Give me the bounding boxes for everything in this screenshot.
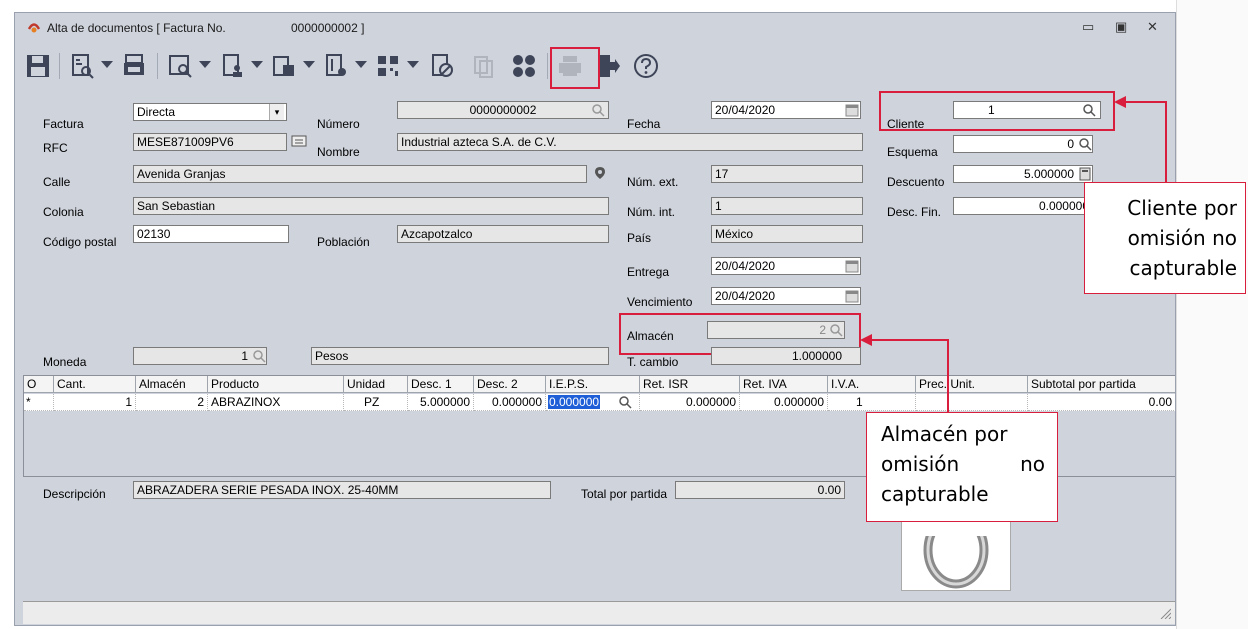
callout-line: omisión no xyxy=(1127,226,1237,250)
almacen-callout: Almacén por omisión no capturable xyxy=(866,412,1058,522)
callout-word: no xyxy=(1020,452,1045,476)
callout-line: capturable xyxy=(881,482,989,506)
callout-arrows xyxy=(860,96,1167,415)
callout-word: omisión xyxy=(881,452,960,476)
callout-line-split: omisión no xyxy=(881,449,1045,479)
callout-line: capturable xyxy=(1129,256,1238,280)
callout-line: Cliente por xyxy=(1127,196,1237,220)
cliente-callout: Cliente por omisión no capturable xyxy=(1084,182,1246,294)
callout-line: Almacén por xyxy=(881,422,1008,446)
